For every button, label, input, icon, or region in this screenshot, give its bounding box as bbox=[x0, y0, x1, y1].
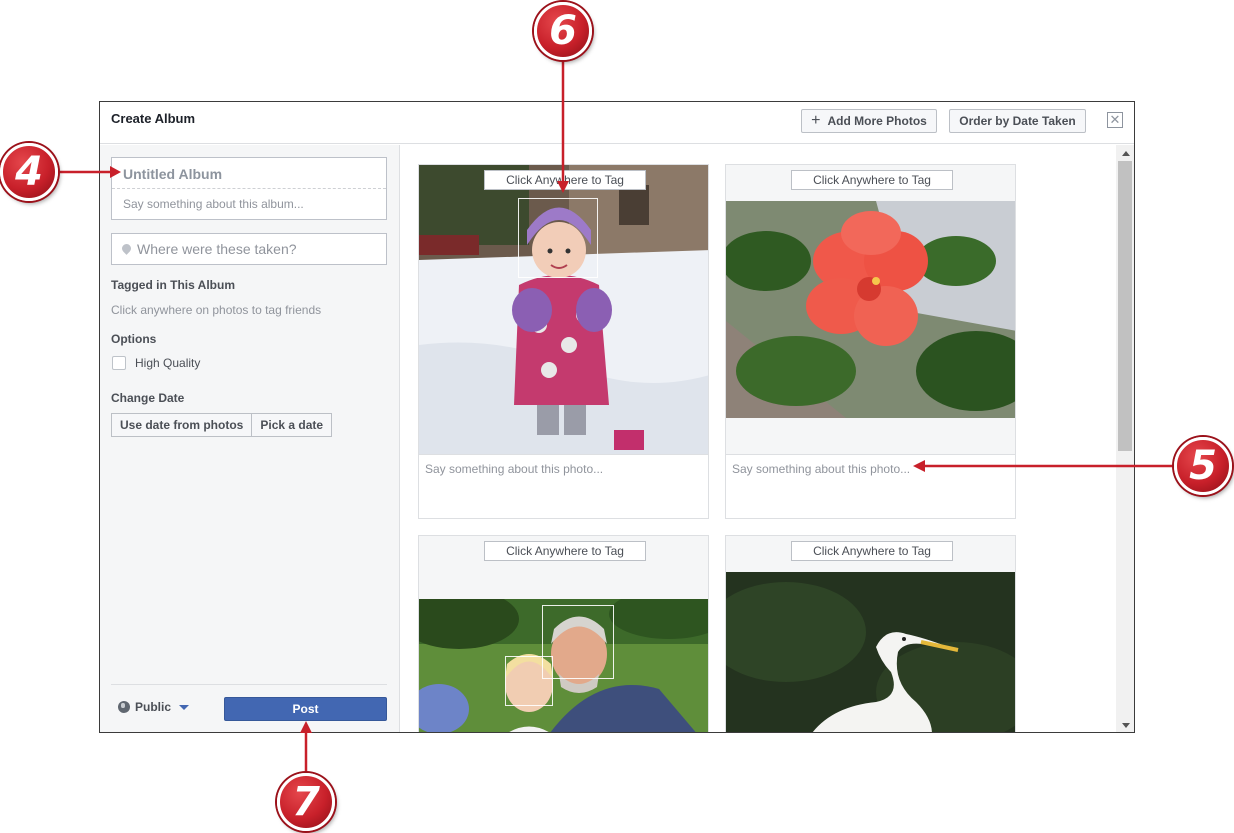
photo-grandfather-and-child[interactable] bbox=[419, 599, 708, 732]
photo-card: Click Anywhere to Tag bbox=[418, 535, 709, 732]
scrollbar[interactable] bbox=[1116, 145, 1134, 732]
options-heading: Options bbox=[111, 332, 157, 346]
create-album-dialog: Create Album + Add More Photos Order by … bbox=[99, 101, 1135, 733]
use-date-from-photos-button[interactable]: Use date from photos bbox=[111, 413, 253, 437]
click-to-tag-button[interactable]: Click Anywhere to Tag bbox=[484, 541, 646, 561]
callout-badge: 4 bbox=[0, 143, 58, 201]
privacy-label: Public bbox=[135, 700, 172, 714]
album-info-box: Untitled Album Say something about this … bbox=[111, 157, 387, 220]
location-input[interactable]: Where were these taken? bbox=[111, 233, 387, 265]
face-tag-box[interactable] bbox=[518, 198, 598, 278]
plus-icon: + bbox=[811, 112, 821, 129]
face-tag-box[interactable] bbox=[505, 656, 553, 706]
location-pin-icon bbox=[122, 244, 131, 255]
date-button-group: Use date from photos Pick a date bbox=[111, 413, 333, 437]
photo-card: Click Anywhere to Tag Say something abou… bbox=[725, 164, 1016, 519]
callout-badge: 7 bbox=[277, 773, 335, 831]
pick-a-date-button[interactable]: Pick a date bbox=[252, 413, 333, 437]
add-more-photos-label: Add More Photos bbox=[827, 114, 927, 128]
photo-card: Click Anywhere to Tag Say something abou… bbox=[418, 164, 709, 519]
photo-caption-input[interactable]: Say something about this photo... bbox=[419, 454, 708, 518]
caret-down-icon bbox=[179, 705, 190, 710]
privacy-selector[interactable]: Public bbox=[118, 700, 190, 714]
change-date-heading: Change Date bbox=[111, 391, 185, 405]
post-button[interactable]: Post bbox=[224, 697, 387, 721]
tagged-heading: Tagged in This Album bbox=[111, 278, 235, 292]
photo-card: Click Anywhere to Tag bbox=[725, 535, 1016, 732]
photo-hibiscus[interactable] bbox=[726, 201, 1015, 418]
globe-icon bbox=[118, 701, 130, 713]
high-quality-label: High Quality bbox=[135, 356, 201, 370]
dialog-title: Create Album bbox=[111, 111, 196, 126]
album-name-input[interactable]: Untitled Album bbox=[112, 158, 386, 189]
close-icon[interactable]: ✕ bbox=[1107, 112, 1123, 128]
click-to-tag-button[interactable]: Click Anywhere to Tag bbox=[791, 170, 953, 190]
high-quality-option[interactable]: High Quality bbox=[112, 356, 200, 370]
callout-badge: 5 bbox=[1174, 437, 1232, 495]
dialog-header: Create Album + Add More Photos Order by … bbox=[100, 102, 1134, 144]
click-to-tag-button[interactable]: Click Anywhere to Tag bbox=[484, 170, 646, 190]
scroll-down-arrow-icon[interactable] bbox=[1122, 723, 1130, 728]
photo-girl-in-snow[interactable] bbox=[419, 165, 708, 454]
album-description-input[interactable]: Say something about this album... bbox=[112, 189, 386, 219]
high-quality-checkbox[interactable] bbox=[112, 356, 126, 370]
add-more-photos-button[interactable]: + Add More Photos bbox=[801, 109, 937, 133]
location-placeholder: Where were these taken? bbox=[137, 241, 297, 257]
photo-grid: Click Anywhere to Tag Say something abou… bbox=[401, 145, 1116, 732]
sidebar-footer: Public Post bbox=[111, 684, 387, 732]
tagged-hint: Click anywhere on photos to tag friends bbox=[111, 303, 322, 317]
photo-egret[interactable] bbox=[726, 572, 1015, 732]
album-sidebar: Untitled Album Say something about this … bbox=[100, 145, 400, 732]
click-to-tag-button[interactable]: Click Anywhere to Tag bbox=[791, 541, 953, 561]
scrollbar-thumb[interactable] bbox=[1118, 161, 1132, 451]
order-by-date-button[interactable]: Order by Date Taken bbox=[949, 109, 1086, 133]
callout-badge: 6 bbox=[534, 2, 592, 60]
scroll-up-arrow-icon[interactable] bbox=[1122, 151, 1130, 156]
photo-caption-input[interactable]: Say something about this photo... bbox=[726, 454, 1015, 518]
